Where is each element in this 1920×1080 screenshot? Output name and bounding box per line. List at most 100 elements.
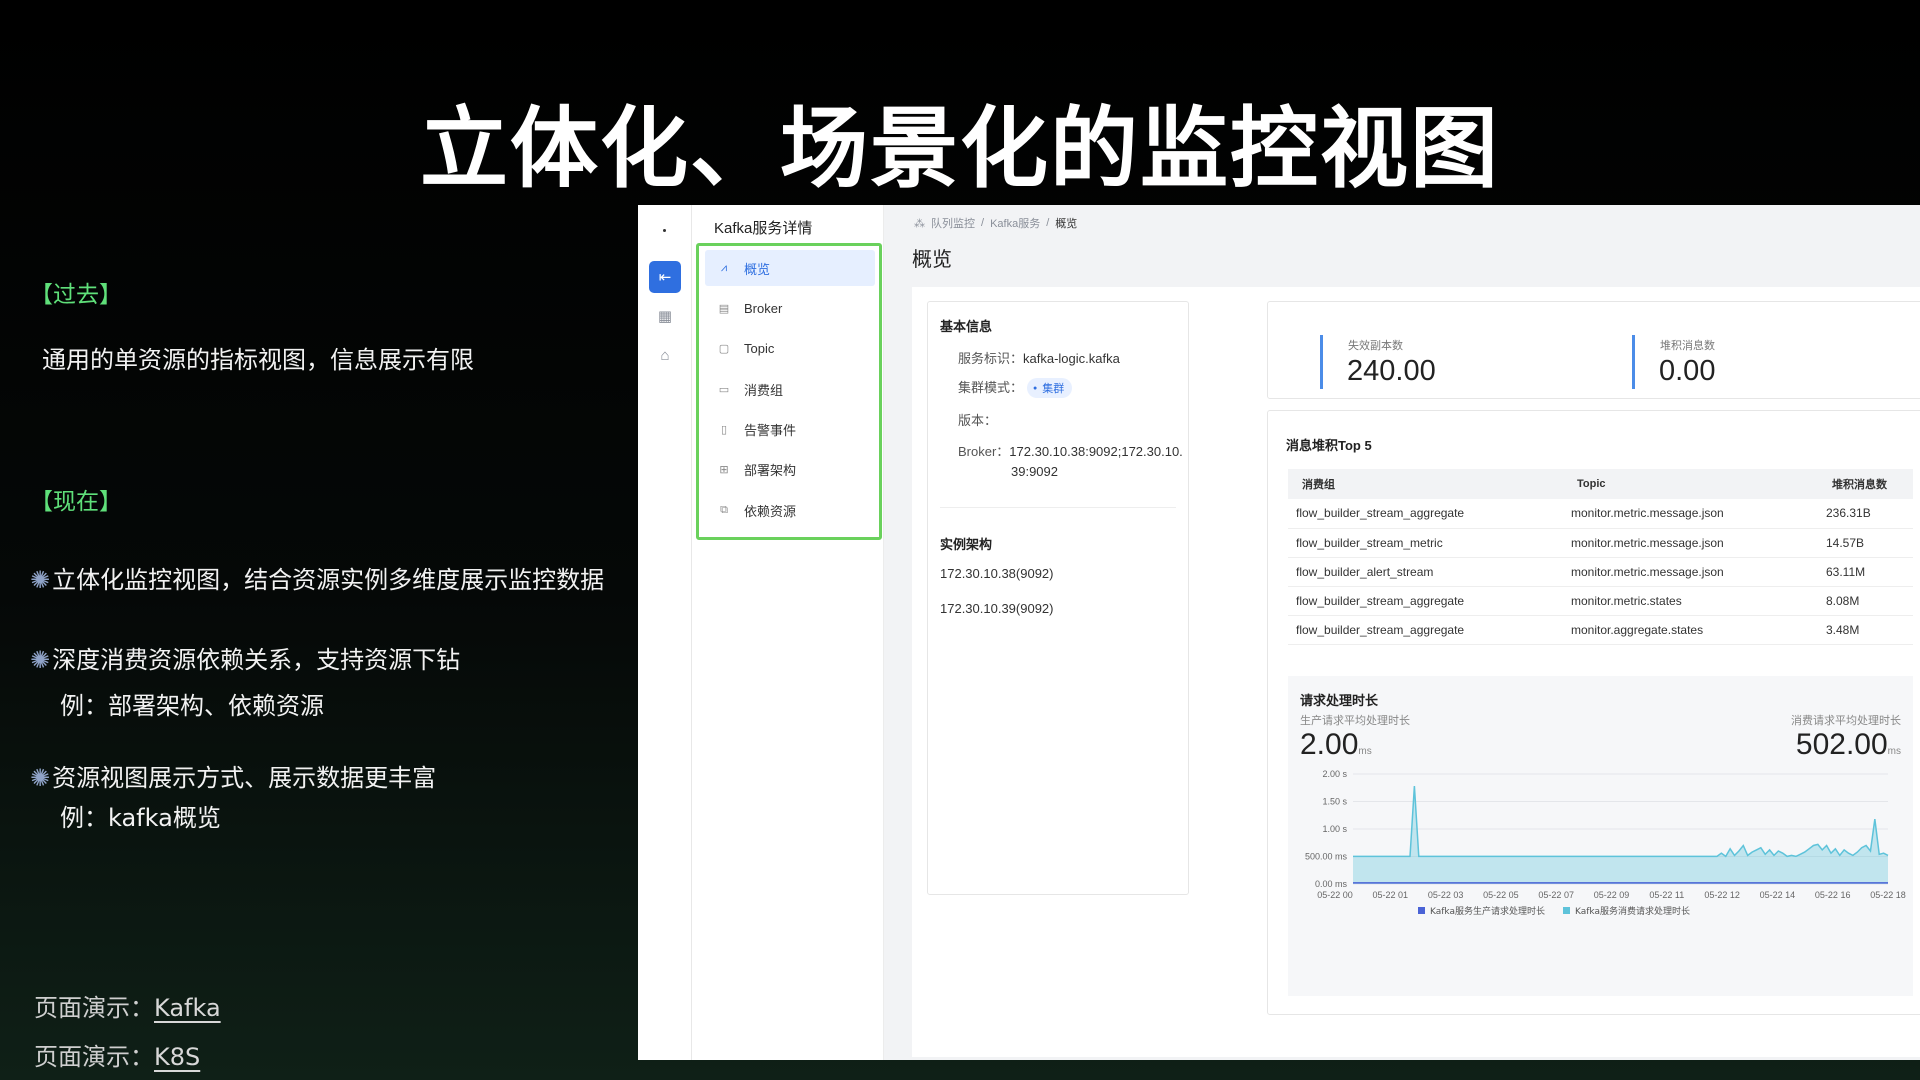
legend-swatch [1563,907,1570,914]
breadcrumb: ⁂ 队列监控 / Kafka服务 / 概览 [914,215,1077,231]
side-nav: Kafka服务详情 ⩘ 概览 ▤ Broker ▢ Topic ▭ 消费组 ▯ 告警事件 … [692,205,884,1060]
consume-area [1353,786,1888,884]
rail-dot [663,229,666,232]
stat-value-invalid-replicas: 240.00 [1347,355,1436,387]
rocket-icon[interactable]: ⌂ [649,339,681,371]
x-tick-label: 05-22 16 [1815,890,1851,900]
icon-rail: ⇤ ▦ ⌂ [638,205,692,1060]
breadcrumb-item[interactable]: Kafka服务 [990,215,1040,231]
y-tick-label: 0.00 ms [1315,879,1348,889]
table-row[interactable]: flow_builder_stream_metric monitor.metric… [1288,528,1913,558]
latency-chart[interactable]: 2.00 s1.50 s1.00 s500.00 ms0.00 ms05-22 … [1288,764,1913,996]
table-header-row: 消费组 Topic 堆积消息数 [1288,469,1913,499]
x-tick-label: 05-22 03 [1428,890,1464,900]
cluster-mode-row: 集群模式：集群 [958,377,1073,398]
x-tick-label: 05-22 11 [1649,890,1684,900]
past-label: 【过去】 [30,282,122,308]
x-tick-label: 05-22 14 [1760,890,1796,900]
produce-latency-label: 生产请求平均处理时长 [1300,715,1410,727]
nav-item-dependencies[interactable]: ⧉ 依赖资源 [705,492,875,528]
building-icon[interactable]: ▦ [649,300,681,332]
x-tick-label: 05-22 12 [1704,890,1740,900]
consume-latency-value: 502.00ms [1795,728,1901,761]
divider [940,507,1176,508]
nav-item-consumer-group[interactable]: ▭ 消费组 [705,371,875,407]
x-tick-label: 05-22 09 [1594,890,1630,900]
top5-table: 消费组 Topic 堆积消息数 flow_builder_stream_aggr… [1288,469,1913,645]
demo-k8s-link[interactable]: K8S [154,1043,200,1071]
x-tick-label: 05-22 18 [1870,890,1906,900]
main-content: ⁂ 队列监控 / Kafka服务 / 概览 概览 基本信息 服务标识：kafka-l… [884,205,1920,1060]
instance-item[interactable]: 172.30.10.38(9092) [940,566,1053,581]
slide-title: 立体化、场景化的监控视图 [419,97,1500,200]
demo-kafka-link[interactable]: Kafka [154,994,221,1022]
sparkle-icon: ✺ [30,764,51,792]
col-backlog: 堆积消息数 [1818,469,1913,499]
breadcrumb-current: 概览 [1055,218,1078,230]
stats-card: 失效副本数 240.00 堆积消息数 0.00 [1267,301,1920,399]
broker-row: Broker：172.30.10.38:9092;172.30.10. 39:90… [958,444,1183,479]
kafka-overview-screenshot: ⇤ ▦ ⌂ Kafka服务详情 ⩘ 概览 ▤ Broker ▢ Topic ▭ 消费组 … [638,205,1920,1060]
hierarchy-icon: ⊞ [719,463,729,476]
collapse-icon[interactable]: ⇤ [649,261,681,293]
basic-info-title: 基本信息 [940,319,993,334]
y-tick-label: 1.00 s [1322,824,1347,834]
bullet-1: ✺立体化监控视图，结合资源实例多维度展示监控数据 [30,566,605,594]
line-chart-icon: ⩘ [720,261,728,274]
breadcrumb-separator: / [981,217,985,229]
nav-title: Kafka服务详情 [714,220,813,237]
breadcrumb-separator: / [1046,217,1050,229]
queue-icon: ⁂ [914,217,925,230]
stat-label-invalid-replicas: 失效副本数 [1348,340,1403,352]
basic-info-card: 基本信息 服务标识：kafka-logic.kafka 集群模式：集群 版本： … [927,301,1189,895]
past-text: 通用的单资源的指标视图，信息展示有限 [42,346,474,374]
message-icon: ▭ [718,383,730,396]
version-row: 版本： [958,413,998,428]
table-row[interactable]: flow_builder_stream_aggregate monitor.agg… [1288,615,1913,645]
bullet-2: ✺深度消费资源依赖关系，支持资源下钻 [30,646,461,674]
stat-label-backlog: 堆积消息数 [1660,340,1715,352]
instance-item[interactable]: 172.30.10.39(9092) [940,601,1053,616]
backlog-card: 消息堆积Top 5 消费组 Topic 堆积消息数 flow_builder_s… [1267,410,1920,1015]
y-tick-label: 500.00 ms [1305,852,1348,862]
x-tick-label: 05-22 05 [1483,890,1519,900]
nav-item-deployment[interactable]: ⊞ 部署架构 [705,451,875,487]
legend-label: Kafka服务生产请求处理时长 [1430,905,1545,917]
nav-item-broker[interactable]: ▤ Broker [705,290,875,326]
topic-icon: ▢ [718,342,730,355]
demo-k8s: 页面演示：K8S [34,1043,201,1071]
sparkle-icon: ✺ [30,646,51,674]
server-icon: ▤ [718,302,730,315]
bullet-2-example: 例：部署架构、依赖资源 [60,692,324,720]
nav-item-alert-events[interactable]: ▯ 告警事件 [705,411,875,447]
stat-value-backlog: 0.00 [1659,355,1716,387]
table-row[interactable]: flow_builder_alert_stream monitor.metric.… [1288,557,1913,587]
produce-latency-value: 2.00ms [1300,728,1372,761]
x-tick-label: 05-22 01 [1373,890,1409,900]
consume-latency-label: 消费请求平均处理时长 [1791,715,1901,727]
table-row[interactable]: flow_builder_stream_aggregate monitor.met… [1288,586,1913,616]
latency-title: 请求处理时长 [1300,693,1379,708]
table-row[interactable]: flow_builder_stream_aggregate monitor.met… [1288,499,1913,529]
page-title: 概览 [912,249,952,271]
col-topic: Topic [1563,469,1818,499]
now-label: 【现在】 [30,489,122,515]
stat-accent-bar [1632,335,1635,389]
latency-chart-card: 请求处理时长 生产请求平均处理时长 2.00ms 消费请求平均处理时长 502.… [1288,676,1913,996]
stat-accent-bar [1320,335,1323,389]
nav-item-topic[interactable]: ▢ Topic [705,330,875,366]
x-tick-label: 05-22 07 [1538,890,1574,900]
cluster-mode-tag: 集群 [1027,378,1073,398]
link-icon: ⧉ [720,503,728,516]
service-id-row: 服务标识：kafka-logic.kafka [958,351,1120,366]
alert-icon: ▯ [720,423,728,436]
bullet-3: ✺资源视图展示方式、展示数据更丰富 [30,764,437,792]
nav-item-overview[interactable]: ⩘ 概览 [705,250,875,286]
overview-canvas: 基本信息 服务标识：kafka-logic.kafka 集群模式：集群 版本： … [912,287,1920,1057]
col-consumer-group: 消费组 [1288,469,1563,499]
sparkle-icon: ✺ [30,566,51,594]
legend-label: Kafka服务消费请求处理时长 [1575,905,1690,917]
breadcrumb-item[interactable]: 队列监控 [931,215,975,231]
consume-line [1353,786,1889,858]
x-tick-label: 05-22 00 [1317,890,1353,900]
